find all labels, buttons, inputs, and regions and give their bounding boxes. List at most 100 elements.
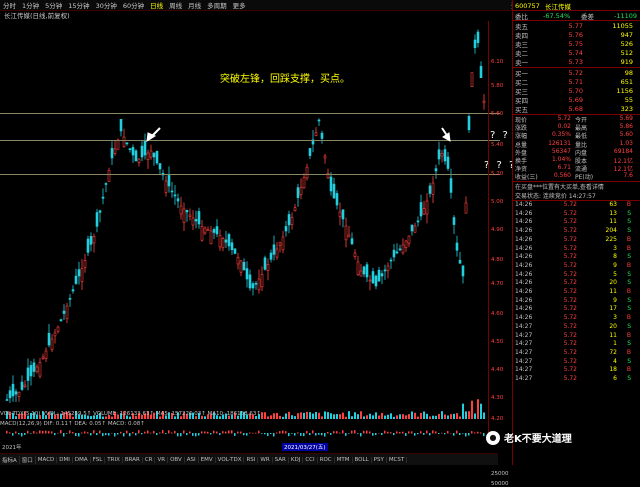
period-tab[interactable]: 5分钟 [42, 0, 65, 10]
macd-bar [141, 433, 143, 435]
tick-row: 14:26 5.72 13 S [515, 210, 638, 219]
indicator-tab[interactable]: WR [258, 456, 273, 463]
tick-t: 14:26 [515, 253, 533, 261]
macd-bar [456, 430, 458, 434]
macd-bar [330, 433, 332, 435]
sell-level-row[interactable]: 卖三 5.75 526 [515, 39, 640, 49]
candle-body [425, 200, 429, 215]
quote-stat-k: 总量 [515, 141, 528, 149]
tick-t: 14:26 [515, 288, 533, 295]
macd-bar [216, 431, 218, 434]
tick-q: 18 [609, 366, 617, 374]
candlestick-chart[interactable] [0, 21, 498, 464]
period-tab[interactable]: 60分钟 [120, 0, 147, 10]
candle-body [293, 207, 297, 212]
macd-bar [207, 431, 209, 434]
candle-body [80, 268, 84, 282]
candle-body [77, 269, 81, 277]
indicator-tab[interactable]: MACD [36, 456, 58, 463]
macd-bar [306, 431, 308, 434]
big-order-notice[interactable]: 在买盘***位置有大买单,查看详情 [515, 182, 604, 191]
macd-bar [156, 433, 158, 435]
macd-bar [474, 432, 476, 434]
sell-level-row[interactable]: 卖五 5.77 11055 [515, 21, 640, 31]
candle-body [92, 236, 96, 244]
indicator-tab[interactable]: DMI [57, 456, 73, 463]
quote-stat-v: 56347 [551, 147, 571, 155]
indicator-tab[interactable]: RSI [244, 456, 259, 463]
indicator-tab[interactable]: EMV [199, 456, 216, 463]
tick-row: 14:26 5.72 63 B [515, 201, 638, 210]
period-tab[interactable]: 多周期 [204, 0, 230, 10]
indicator-tab[interactable]: PSY [372, 456, 387, 463]
period-tab[interactable]: 分时 [0, 0, 19, 10]
indicator-tab[interactable]: 窗口 [20, 455, 36, 464]
indicator-tab[interactable]: CCI [303, 456, 318, 463]
support-line-lower [0, 174, 500, 175]
period-tab[interactable]: 30分钟 [93, 0, 120, 10]
order-price: 5.69 [568, 96, 583, 105]
sell-level-row[interactable]: 卖二 5.74 512 [515, 49, 640, 58]
indicator-tab[interactable]: KDJ [289, 456, 304, 463]
candle-body [356, 261, 360, 275]
candle-body [257, 278, 261, 291]
indicator-tab[interactable]: BRAR [123, 456, 143, 463]
order-qty: 55 [624, 96, 633, 105]
candle-body [215, 226, 219, 235]
tick-f: B [626, 244, 631, 252]
indicator-tab[interactable]: ASI [185, 456, 199, 463]
candle-body [278, 242, 282, 246]
stock-name: 长江传媒 [545, 2, 571, 11]
tick-row: 14:27 5.72 72 B [515, 349, 638, 358]
tick-p: 5.72 [563, 279, 577, 287]
sell-level-row[interactable]: 卖四 5.76 947 [515, 30, 640, 40]
candle-body [8, 390, 12, 399]
tick-q: 6 [613, 375, 617, 382]
sell-level-row[interactable]: 卖一 5.73 919 [515, 58, 640, 67]
indicator-tab[interactable]: SAR [273, 456, 289, 463]
indicator-tab[interactable]: OBV [168, 456, 185, 463]
macd-indicator-header: MACD(12,26,9) DIF: 0.11↑ DEA: 0.05↑ MACD… [0, 421, 145, 427]
candle-body [263, 257, 267, 270]
candle-body [389, 259, 393, 262]
indicator-tab[interactable]: ROC [318, 456, 335, 463]
period-tab[interactable]: 1分钟 [19, 0, 42, 10]
indicator-tab[interactable]: MCST [387, 456, 408, 463]
candle-body [107, 170, 111, 182]
buy-level-row[interactable]: 买五 5.68 323 [515, 105, 640, 114]
macd-bar [78, 433, 80, 437]
order-qty: 526 [620, 39, 633, 48]
candle-body [251, 283, 255, 289]
indicator-tab[interactable]: VOL-TDX [216, 456, 245, 463]
tick-q: 225 [605, 235, 617, 243]
period-tab[interactable]: 15分钟 [65, 0, 92, 10]
macd-bar [147, 430, 149, 434]
buy-level-row[interactable]: 买二 5.71 651 [515, 77, 640, 87]
indicator-tab[interactable]: FSL [91, 456, 106, 463]
tick-t: 14:26 [515, 314, 533, 322]
candle-body [176, 198, 180, 202]
indicator-tab[interactable]: TRIX [105, 456, 123, 463]
indicator-tab[interactable]: 指标A [0, 455, 20, 464]
indicator-tab[interactable]: CR [143, 456, 156, 463]
indicator-tab[interactable]: VR [155, 456, 169, 463]
tick-row: 14:27 5.72 4 S [515, 358, 638, 367]
buy-level-row[interactable]: 买一 5.72 98 [515, 68, 640, 78]
period-tab[interactable]: 周线 [166, 0, 185, 10]
volume-bar [345, 416, 347, 419]
macd-bar [105, 433, 107, 436]
candle-body [5, 399, 9, 401]
macd-bar [168, 430, 170, 434]
period-tab[interactable]: 更多 [230, 0, 249, 10]
indicator-tab[interactable]: MTM [335, 456, 353, 463]
period-tab[interactable]: 日线 [147, 0, 166, 10]
period-tab[interactable]: 月线 [185, 0, 204, 10]
tick-t: 14:26 [515, 227, 533, 235]
candle-body [446, 156, 450, 169]
macd-bar [135, 433, 137, 436]
macd-bar [312, 430, 314, 434]
indicator-tab[interactable]: BOLL [353, 456, 372, 463]
indicator-tab[interactable]: DMA [73, 456, 91, 463]
buy-level-row[interactable]: 买四 5.69 55 [515, 96, 640, 105]
buy-level-row[interactable]: 买三 5.70 1156 [515, 86, 640, 96]
